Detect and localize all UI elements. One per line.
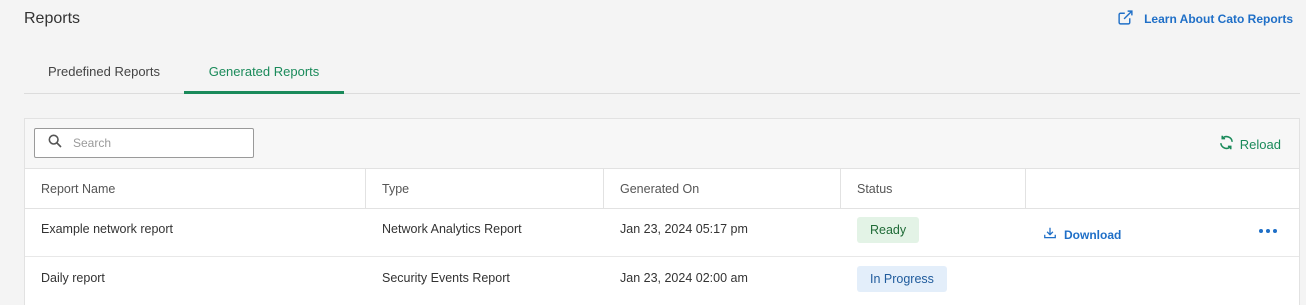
reload-icon: [1218, 134, 1235, 154]
generated-on-cell: Jan 23, 2024 02:00 am: [620, 271, 748, 285]
status-badge: Ready: [857, 217, 920, 243]
learn-about-link[interactable]: Learn About Cato Reports: [1117, 9, 1293, 29]
status-badge: In Progress: [857, 266, 947, 292]
reload-label: Reload: [1239, 136, 1281, 152]
column-header-report-name[interactable]: Report Name: [25, 169, 366, 209]
column-header-actions: [1026, 169, 1301, 209]
report-name-cell: Example network report: [41, 222, 174, 236]
status-cell: Ready: [841, 209, 1026, 249]
report-name-cell: Daily report: [41, 271, 105, 285]
more-horizontal-icon: [1259, 229, 1277, 233]
table-header: Report Name Type Generated On Status: [25, 169, 1299, 209]
search-icon: [47, 133, 63, 154]
table-row[interactable]: Daily report Security Events Report Jan …: [25, 258, 1299, 305]
table-row[interactable]: Example network report Network Analytics…: [25, 209, 1299, 257]
download-label: Download: [1064, 227, 1122, 242]
external-link-icon: [1117, 9, 1134, 29]
column-header-generated-on[interactable]: Generated On: [604, 169, 841, 209]
learn-about-link-label: Learn About Cato Reports: [1144, 12, 1293, 26]
column-header-type[interactable]: Type: [366, 169, 604, 209]
generated-on-cell: Jan 23, 2024 05:17 pm: [620, 222, 748, 236]
report-type-cell: Network Analytics Report: [382, 222, 522, 236]
reload-button[interactable]: Reload: [1218, 134, 1281, 154]
search-input[interactable]: [73, 136, 243, 150]
table-toolbar: Reload: [25, 119, 1299, 169]
tab-predefined-reports[interactable]: Predefined Reports: [24, 50, 184, 93]
column-header-status[interactable]: Status: [841, 169, 1026, 209]
more-actions-button[interactable]: [1255, 225, 1281, 237]
report-type-cell: Security Events Report: [382, 271, 510, 285]
status-cell: In Progress: [841, 258, 1026, 298]
page-title: Reports: [24, 10, 81, 27]
download-icon: [1043, 226, 1057, 243]
search-box[interactable]: [34, 128, 254, 158]
generated-reports-panel: Reload Report Name Type Generated On Sta…: [24, 118, 1300, 305]
tab-generated-reports[interactable]: Generated Reports: [184, 50, 344, 94]
report-tabs: Predefined Reports Generated Reports: [24, 50, 1300, 94]
download-button[interactable]: Download: [1043, 226, 1121, 243]
